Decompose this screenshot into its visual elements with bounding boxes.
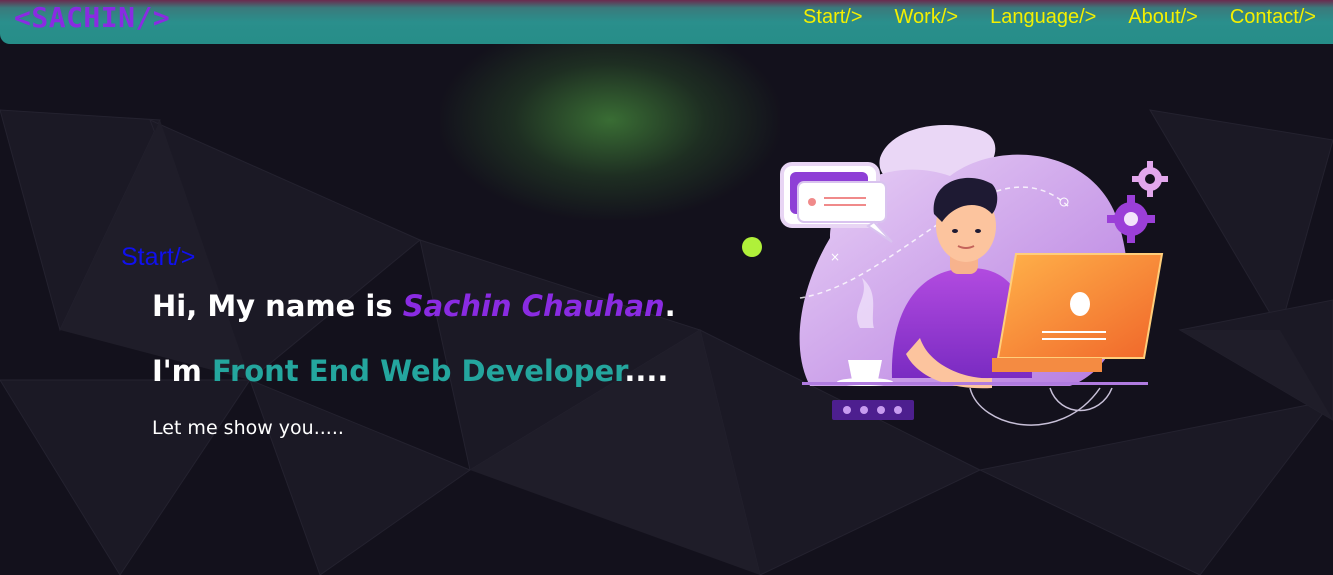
tagline: Let me show you..... (152, 417, 344, 439)
intro-headline: Hi, My name is Sachin Chauhan. (152, 289, 676, 323)
role-headline: I'm Front End Web Developer.... (152, 354, 668, 388)
navbar: <SACHIN/> Start/> Work/> Language/> Abou… (0, 0, 1333, 44)
intro-prefix: Hi, My name is (152, 289, 403, 323)
role-title: Front End Web Developer (211, 354, 625, 388)
intro-suffix: . (664, 289, 676, 323)
author-name: Sachin Chauhan (402, 289, 665, 323)
role-suffix: .... (624, 354, 669, 388)
nav-link-work[interactable]: Work/> (895, 6, 959, 29)
green-glow (440, 20, 780, 220)
role-prefix: I'm (152, 354, 212, 388)
nav-link-language[interactable]: Language/> (990, 6, 1096, 29)
nav-link-start[interactable]: Start/> (803, 6, 862, 29)
site-logo[interactable]: <SACHIN/> (14, 1, 170, 34)
developer-at-laptop-illustration: × (780, 125, 1168, 426)
decorative-dot (742, 237, 762, 257)
nav-links: Start/> Work/> Language/> About/> Contac… (803, 6, 1316, 29)
svg-text:×: × (830, 250, 840, 264)
nav-link-contact[interactable]: Contact/> (1230, 6, 1316, 29)
nav-link-about[interactable]: About/> (1128, 6, 1198, 29)
section-label: Start/> (121, 243, 196, 271)
